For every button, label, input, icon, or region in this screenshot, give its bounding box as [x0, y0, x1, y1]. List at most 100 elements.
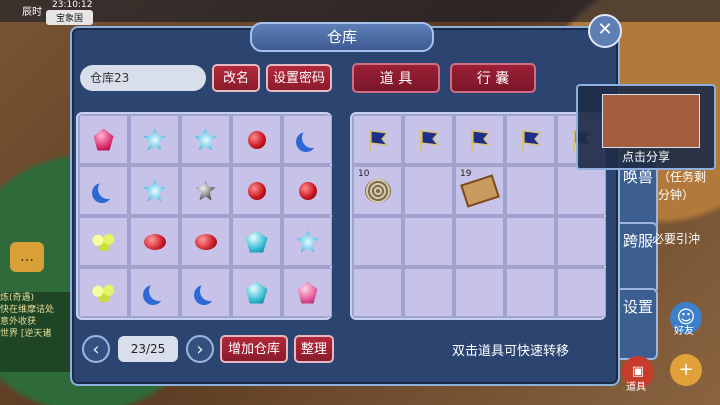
inventory-slot[interactable] — [404, 115, 453, 164]
gem-redoval-icon — [194, 233, 217, 250]
add-storage-button[interactable]: 增加仓库 — [220, 335, 288, 363]
inventory-slot[interactable]: 10 — [353, 166, 402, 215]
share-label: 点击分享 — [621, 150, 670, 164]
chat-line: 意外收获 — [0, 317, 37, 327]
inventory-slot[interactable] — [404, 217, 453, 266]
tab-settings[interactable]: 设置 — [618, 288, 658, 360]
bag-grid-panel: 10 19 — [350, 112, 606, 320]
sort-button[interactable]: 整理 — [294, 335, 334, 363]
inventory-slot[interactable] — [455, 268, 504, 317]
page-indicator: 23/25 — [118, 336, 178, 362]
gem-cyan-icon — [143, 128, 166, 151]
bag-grid: 10 19 — [353, 115, 606, 317]
gem-red-icon — [247, 181, 266, 200]
inventory-slot[interactable] — [353, 115, 402, 164]
chat-panel[interactable]: 炼(奇遇) 快在维摩诘处 意外收获 世界 [逆天诸 — [0, 292, 74, 372]
inventory-slot[interactable] — [130, 217, 179, 266]
item-quantity: 10 — [358, 169, 370, 179]
close-icon: ✕ — [597, 19, 613, 40]
chat-bubble-icon[interactable]: … — [10, 242, 44, 272]
flag-icon — [467, 127, 493, 153]
gem-cyan-icon — [194, 128, 217, 151]
chevron-right-icon: › — [196, 339, 204, 360]
game-clock: 23:10:12 — [52, 0, 93, 10]
inventory-slot[interactable] — [506, 217, 555, 266]
inventory-slot[interactable] — [181, 217, 230, 266]
share-thumbnail — [602, 94, 700, 148]
gem-green-icon — [91, 232, 116, 251]
storage-grid-panel — [76, 112, 332, 320]
dialog-title: 仓库 — [250, 22, 434, 52]
close-button[interactable]: ✕ — [588, 14, 622, 48]
gem-rosy-icon — [297, 281, 318, 304]
coil-icon — [364, 178, 391, 203]
inventory-slot[interactable] — [130, 268, 179, 317]
inventory-slot[interactable] — [232, 268, 281, 317]
inventory-slot[interactable] — [283, 115, 332, 164]
inventory-slot[interactable] — [283, 268, 332, 317]
flag-icon — [365, 127, 391, 153]
inventory-slot[interactable] — [79, 115, 128, 164]
next-page-button[interactable]: › — [186, 335, 214, 363]
gem-teal-icon — [245, 281, 268, 304]
inventory-slot[interactable] — [130, 115, 179, 164]
inventory-slot[interactable] — [353, 268, 402, 317]
inventory-slot[interactable] — [181, 115, 230, 164]
inventory-slot[interactable] — [232, 217, 281, 266]
chat-line: 世界 [逆天诸 — [0, 329, 52, 339]
flag-icon — [416, 127, 442, 153]
item-quantity: 19 — [460, 169, 472, 179]
inventory-slot[interactable] — [506, 166, 555, 215]
rename-button[interactable]: 改名 — [212, 64, 260, 92]
inventory-slot[interactable] — [404, 268, 453, 317]
storage-grid — [79, 115, 332, 317]
gem-cyan-icon — [296, 230, 319, 253]
chat-line: 炼(奇遇) — [0, 293, 35, 303]
plus-icon[interactable]: + — [670, 354, 702, 386]
inventory-slot[interactable] — [79, 268, 128, 317]
tab-items[interactable]: 道 具 — [352, 63, 440, 93]
inventory-slot[interactable]: 19 — [455, 166, 504, 215]
gem-moon-icon — [149, 281, 169, 301]
inventory-slot[interactable] — [232, 115, 281, 164]
share-panel[interactable]: 点击分享 — [576, 84, 716, 170]
gem-red-icon — [247, 130, 266, 149]
inventory-slot[interactable] — [79, 166, 128, 215]
inventory-slot[interactable] — [455, 217, 504, 266]
friends-label: 好友 — [674, 326, 694, 337]
storage-name-field[interactable]: 仓库23 — [80, 65, 206, 91]
inventory-slot[interactable] — [79, 217, 128, 266]
gem-redoval-icon — [143, 233, 166, 250]
gem-cyan-icon — [143, 179, 166, 202]
inventory-slot[interactable] — [557, 268, 606, 317]
gem-pink-icon — [93, 128, 114, 151]
inventory-slot[interactable] — [232, 166, 281, 215]
inventory-slot[interactable] — [557, 217, 606, 266]
gem-moon-icon — [98, 179, 118, 199]
gem-red-icon — [298, 181, 317, 200]
inventory-slot[interactable] — [353, 217, 402, 266]
inventory-slot[interactable] — [506, 268, 555, 317]
inventory-slot[interactable] — [283, 217, 332, 266]
inventory-slot[interactable] — [181, 268, 230, 317]
inventory-slot[interactable] — [181, 166, 230, 215]
chevron-left-icon: ‹ — [92, 339, 100, 360]
gem-black-icon — [195, 180, 216, 201]
set-password-button[interactable]: 设置密码 — [266, 64, 332, 92]
transfer-hint: 双击道具可快速转移 — [452, 344, 570, 359]
inventory-slot[interactable] — [557, 166, 606, 215]
flag-icon — [518, 127, 544, 153]
inventory-slot[interactable] — [404, 166, 453, 215]
gem-teal-icon — [245, 230, 268, 253]
inventory-slot[interactable] — [283, 166, 332, 215]
gem-moon-icon — [200, 281, 220, 301]
quest-timer-text-2: 分钟） — [658, 188, 695, 202]
inventory-slot[interactable] — [506, 115, 555, 164]
quest-timer-text: （任务剩 — [658, 170, 707, 184]
prev-page-button[interactable]: ‹ — [82, 335, 110, 363]
location-label: 宝象国 — [46, 10, 94, 25]
items-label: 道具 — [626, 382, 646, 393]
inventory-slot[interactable] — [130, 166, 179, 215]
inventory-slot[interactable] — [455, 115, 504, 164]
tab-bag[interactable]: 行 囊 — [450, 63, 536, 93]
